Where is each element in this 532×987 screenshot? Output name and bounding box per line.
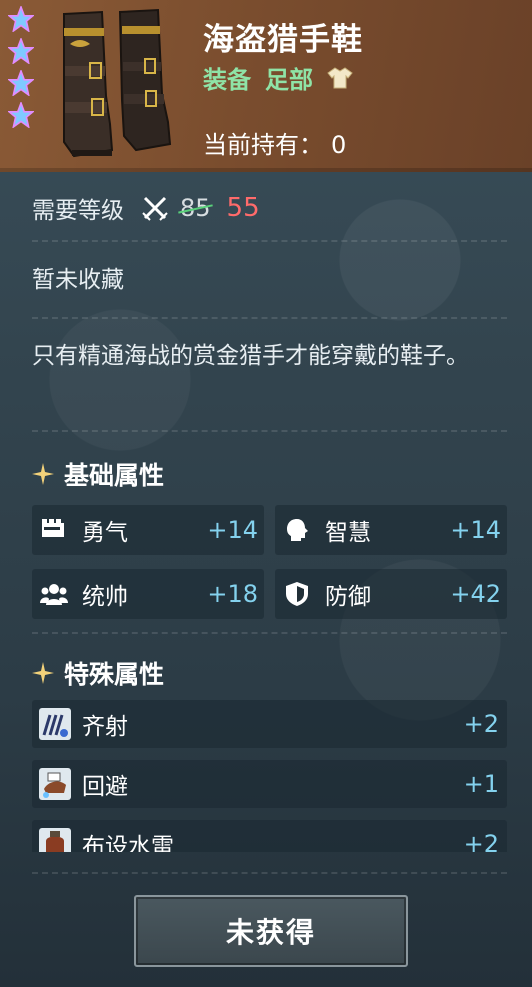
reduced-level: 55: [226, 193, 260, 223]
attr-defense: 防御 +42: [275, 569, 507, 619]
collect-status: 暂未收藏: [32, 267, 124, 293]
basic-attributes-title: 基础属性: [32, 456, 164, 492]
original-level: 85: [180, 194, 211, 222]
tag-type: 装备: [203, 66, 251, 94]
special-attributes-label: 特殊属性: [64, 660, 165, 689]
attr-value: +1: [463, 770, 499, 798]
star-icon: [8, 6, 34, 32]
special-attr-volley: 齐射 +2: [32, 700, 507, 748]
divider: [32, 317, 507, 319]
star-icon: [8, 70, 34, 96]
sparkle-icon: [32, 662, 54, 684]
divider: [32, 240, 507, 242]
basic-attributes-grid: 勇气 +14 智慧 +14 统帅 +18 防御 +42: [32, 505, 507, 619]
attr-command: 统帅 +18: [32, 569, 264, 619]
basic-attributes-label: 基础属性: [64, 461, 165, 490]
volley-icon: [39, 708, 71, 740]
attr-value: +42: [450, 580, 501, 608]
shirt-icon: [327, 66, 353, 88]
required-level-label: 需要等级: [32, 198, 124, 224]
not-obtained-button[interactable]: 未获得: [134, 895, 408, 967]
item-title: 海盗猎手鞋: [203, 22, 363, 58]
required-level-row: 需要等级 85 55: [32, 188, 260, 228]
mine-icon: [39, 828, 71, 852]
divider: [32, 872, 507, 874]
special-attributes-title: 特殊属性: [32, 655, 164, 691]
owned-count: 0: [331, 131, 347, 159]
special-attr-mine: 布设水雷 +2: [32, 820, 507, 852]
owned-label: 当前持有：: [203, 131, 323, 159]
special-attributes-list[interactable]: 齐射 +2 回避 +1 布设水雷 +2: [32, 700, 507, 852]
attr-name: 齐射: [82, 714, 128, 740]
attr-value: +18: [207, 580, 258, 608]
shield-icon: [286, 582, 308, 606]
item-tags: 装备 足部: [203, 60, 353, 95]
attr-value: +14: [450, 516, 501, 544]
group-icon: [40, 584, 68, 605]
crossed-swords-icon: [142, 196, 168, 221]
item-description: 只有精通海战的赏金猎手才能穿戴的鞋子。: [32, 343, 469, 369]
star-icon: [8, 102, 34, 128]
divider: [32, 430, 507, 432]
attr-name: 布设水雷: [82, 834, 174, 852]
item-header: 海盗猎手鞋 装备 足部 当前持有： 0: [0, 0, 532, 172]
attr-name: 智慧: [325, 520, 371, 546]
rarity-stars: [8, 6, 38, 134]
star-icon: [8, 38, 34, 64]
item-detail-panel: 海盗猎手鞋 装备 足部 当前持有： 0 需要等级 85 55 暂未收藏 只有精通海…: [0, 0, 532, 987]
fist-icon: [42, 519, 64, 537]
tag-slot: 足部: [265, 66, 313, 94]
owned-count-row: 当前持有： 0: [203, 125, 346, 160]
divider: [32, 632, 507, 634]
attr-name: 回避: [82, 774, 128, 800]
attr-courage: 勇气 +14: [32, 505, 264, 555]
sparkle-icon: [32, 463, 54, 485]
boots-item-image: [63, 8, 172, 158]
attr-name: 统帅: [82, 584, 128, 610]
head-icon: [287, 519, 308, 541]
attr-name: 勇气: [82, 520, 128, 546]
attr-name: 防御: [325, 584, 371, 610]
attr-value: +14: [207, 516, 258, 544]
evade-icon: [39, 768, 71, 800]
attr-value: +2: [463, 830, 499, 852]
attr-value: +2: [463, 710, 499, 738]
attr-wisdom: 智慧 +14: [275, 505, 507, 555]
special-attr-evade: 回避 +1: [32, 760, 507, 808]
